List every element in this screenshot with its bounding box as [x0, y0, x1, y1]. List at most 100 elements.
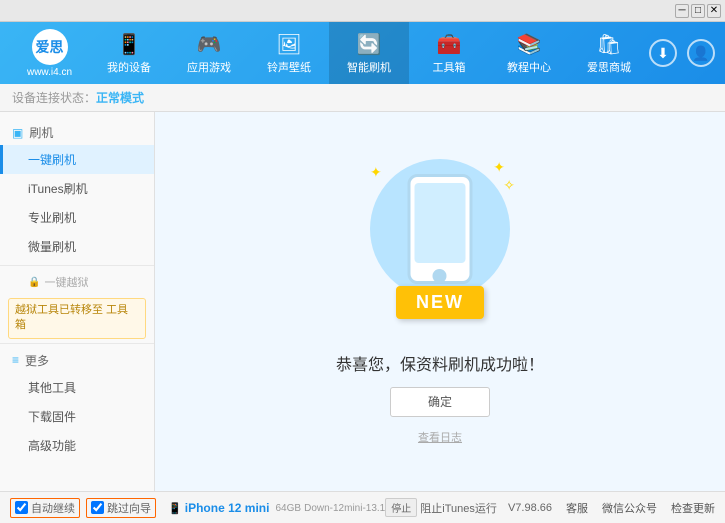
lock-icon: 🔒 [28, 277, 40, 288]
device-name: iPhone 12 mini [185, 501, 270, 515]
other-tools-label: 其他工具 [28, 381, 76, 395]
header: 爱思 www.i4.cn 📱 我的设备 🎮 应用游戏 🖼 铃声壁纸 🔄 智能刷机… [0, 22, 725, 84]
new-label: NEW [416, 292, 464, 312]
auto-continue-input[interactable] [15, 501, 28, 514]
notice-box: 越狱工具已转移至 工具箱 [8, 298, 146, 339]
nav-my-device-label: 我的设备 [107, 59, 151, 75]
notice-text: 越狱工具已转移至 工具箱 [15, 304, 128, 331]
skip-wizard-checkbox[interactable]: 跳过向导 [86, 498, 156, 518]
version-text: V7.98.66 [508, 502, 552, 514]
nav-tutorial[interactable]: 📚 教程中心 [489, 22, 569, 84]
nav-toolbox[interactable]: 🧰 工具箱 [409, 22, 489, 84]
skip-wizard-label: 跳过向导 [107, 500, 151, 516]
itunes-status: 停止 阻止iTunes运行 [385, 498, 497, 517]
confirm-btn-label: 确定 [428, 393, 452, 410]
nav-app-game-label: 应用游戏 [187, 59, 231, 75]
content-area: ✦ ✦ ✧ NEW 恭喜您，保资料刷机成功啦！ 确定 查看日志 [155, 112, 725, 491]
device-details: 64GB Down-12mini-13.1 [275, 502, 385, 514]
sidebar-item-one-click-flash[interactable]: 一键刷机 [0, 145, 154, 174]
sidebar-item-advanced[interactable]: 高级功能 [0, 431, 154, 460]
sidebar-section-more-label: 更多 [25, 352, 49, 369]
nav-toolbox-label: 工具箱 [433, 59, 466, 75]
sidebar-locked-jailbreak: 🔒 一键越狱 [0, 270, 154, 294]
shop-icon: 🛍 [596, 32, 621, 57]
sidebar-section-flash[interactable]: ▣ 刷机 [0, 120, 154, 145]
skip-wizard-input[interactable] [91, 501, 104, 514]
stop-button[interactable]: 停止 [385, 498, 417, 517]
nav-wallpaper[interactable]: 🖼 铃声壁纸 [249, 22, 329, 84]
minimize-button[interactable]: ─ [675, 4, 689, 18]
sidebar-divider-2 [0, 343, 154, 344]
more-section-icon: ≡ [12, 353, 19, 367]
wechat-link[interactable]: 微信公众号 [602, 500, 657, 516]
phone-illustration: ✦ ✦ ✧ NEW [360, 159, 520, 339]
pro-flash-label: 专业刷机 [28, 211, 76, 225]
device-info: 📱 iPhone 12 mini [168, 501, 269, 515]
sidebar: ▣ 刷机 一键刷机 iTunes刷机 专业刷机 微量刷机 🔒 一键越狱 越狱工具… [0, 112, 155, 491]
sidebar-item-micro-flash[interactable]: 微量刷机 [0, 232, 154, 261]
toolbox-icon: 🧰 [437, 32, 462, 57]
advanced-label: 高级功能 [28, 439, 76, 453]
sidebar-section-more[interactable]: ≡ 更多 [0, 348, 154, 373]
sidebar-item-itunes-flash[interactable]: iTunes刷机 [0, 174, 154, 203]
success-text: 恭喜您，保资料刷机成功啦！ [336, 351, 544, 375]
sidebar-item-other-tools[interactable]: 其他工具 [0, 373, 154, 402]
nav-shop-label: 爱思商城 [587, 59, 631, 75]
device-capacity: 64GB [275, 503, 301, 514]
update-link[interactable]: 检查更新 [671, 500, 715, 516]
status-label: 设备连接状态： [12, 89, 96, 106]
nav-bar: 📱 我的设备 🎮 应用游戏 🖼 铃声壁纸 🔄 智能刷机 🧰 工具箱 📚 教程中心… [89, 22, 649, 84]
bottom-right: V7.98.66 客服 微信公众号 检查更新 [508, 500, 715, 516]
nav-wallpaper-label: 铃声壁纸 [267, 59, 311, 75]
new-ribbon: NEW [396, 286, 484, 319]
nav-app-game[interactable]: 🎮 应用游戏 [169, 22, 249, 84]
app-game-icon: 🎮 [197, 32, 222, 57]
phone-icon: 📱 [168, 503, 182, 515]
auto-continue-label: 自动继续 [31, 500, 75, 516]
nav-smart-flash-label: 智能刷机 [347, 59, 391, 75]
nav-tutorial-label: 教程中心 [507, 59, 551, 75]
bottom-left: 自动继续 跳过向导 📱 iPhone 12 mini 64GB Down-12m… [10, 498, 385, 518]
smart-flash-icon: 🔄 [357, 32, 382, 57]
flash-section-icon: ▣ [12, 126, 23, 140]
wallpaper-icon: 🖼 [276, 32, 301, 57]
nav-smart-flash[interactable]: 🔄 智能刷机 [329, 22, 409, 84]
confirm-button[interactable]: 确定 [390, 387, 490, 417]
user-button[interactable]: 👤 [687, 39, 715, 67]
one-click-flash-label: 一键刷机 [28, 153, 76, 167]
main-layout: ▣ 刷机 一键刷机 iTunes刷机 专业刷机 微量刷机 🔒 一键越狱 越狱工具… [0, 112, 725, 491]
sidebar-item-pro-flash[interactable]: 专业刷机 [0, 203, 154, 232]
sidebar-divider-1 [0, 265, 154, 266]
close-button[interactable]: ✕ [707, 4, 721, 18]
sidebar-item-download-fw[interactable]: 下载固件 [0, 402, 154, 431]
itunes-flash-label: iTunes刷机 [28, 182, 88, 196]
micro-flash-label: 微量刷机 [28, 240, 76, 254]
bottom-bar: 自动继续 跳过向导 📱 iPhone 12 mini 64GB Down-12m… [0, 491, 725, 523]
phone-body [407, 174, 472, 284]
device-model: Down-12mini-13.1 [304, 503, 385, 514]
phone-home-button [433, 269, 447, 283]
logo-url: www.i4.cn [27, 67, 72, 78]
logo-icon: 爱思 [32, 29, 68, 65]
nav-shop[interactable]: 🛍 爱思商城 [569, 22, 649, 84]
sparkle-icon-3: ✧ [503, 177, 515, 194]
download-button[interactable]: ⬇ [649, 39, 677, 67]
tutorial-icon: 📚 [517, 32, 542, 57]
header-right: ⬇ 👤 [649, 39, 715, 67]
logo-area: 爱思 www.i4.cn [10, 29, 89, 78]
itunes-label: 阻止iTunes运行 [420, 500, 497, 516]
status-bar: 设备连接状态： 正常模式 [0, 84, 725, 112]
download-fw-label: 下载固件 [28, 410, 76, 424]
service-link[interactable]: 客服 [566, 500, 588, 516]
status-value: 正常模式 [96, 89, 144, 106]
auto-continue-checkbox[interactable]: 自动继续 [10, 498, 80, 518]
view-log-link[interactable]: 查看日志 [418, 429, 462, 445]
maximize-button[interactable]: □ [691, 4, 705, 18]
success-container: ✦ ✦ ✧ NEW 恭喜您，保资料刷机成功啦！ 确定 查看日志 [336, 159, 544, 445]
nav-my-device[interactable]: 📱 我的设备 [89, 22, 169, 84]
title-bar: ─ □ ✕ [0, 0, 725, 22]
sparkle-icon-1: ✦ [370, 164, 382, 181]
sparkle-icon-2: ✦ [493, 159, 505, 176]
locked-label: 一键越狱 [44, 274, 88, 290]
phone-screen [414, 183, 465, 263]
